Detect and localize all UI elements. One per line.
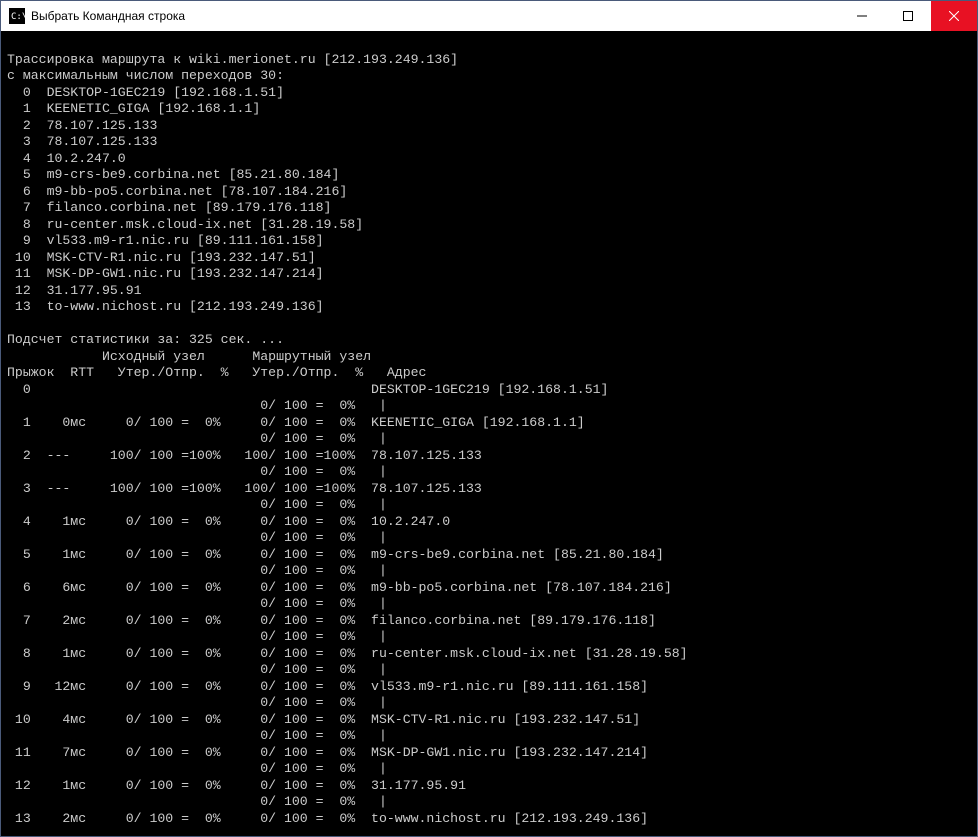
svg-text:C:\: C:\ — [11, 12, 25, 22]
maximize-button[interactable] — [885, 1, 931, 31]
cmd-window: C:\ Выбрать Командная строка Трассировка… — [0, 0, 978, 837]
minimize-button[interactable] — [839, 1, 885, 31]
terminal-output[interactable]: Трассировка маршрута к wiki.merionet.ru … — [1, 31, 977, 836]
titlebar[interactable]: C:\ Выбрать Командная строка — [1, 1, 977, 31]
window-title: Выбрать Командная строка — [31, 9, 839, 23]
cmd-icon: C:\ — [9, 8, 25, 24]
close-button[interactable] — [931, 1, 977, 31]
window-controls — [839, 1, 977, 31]
